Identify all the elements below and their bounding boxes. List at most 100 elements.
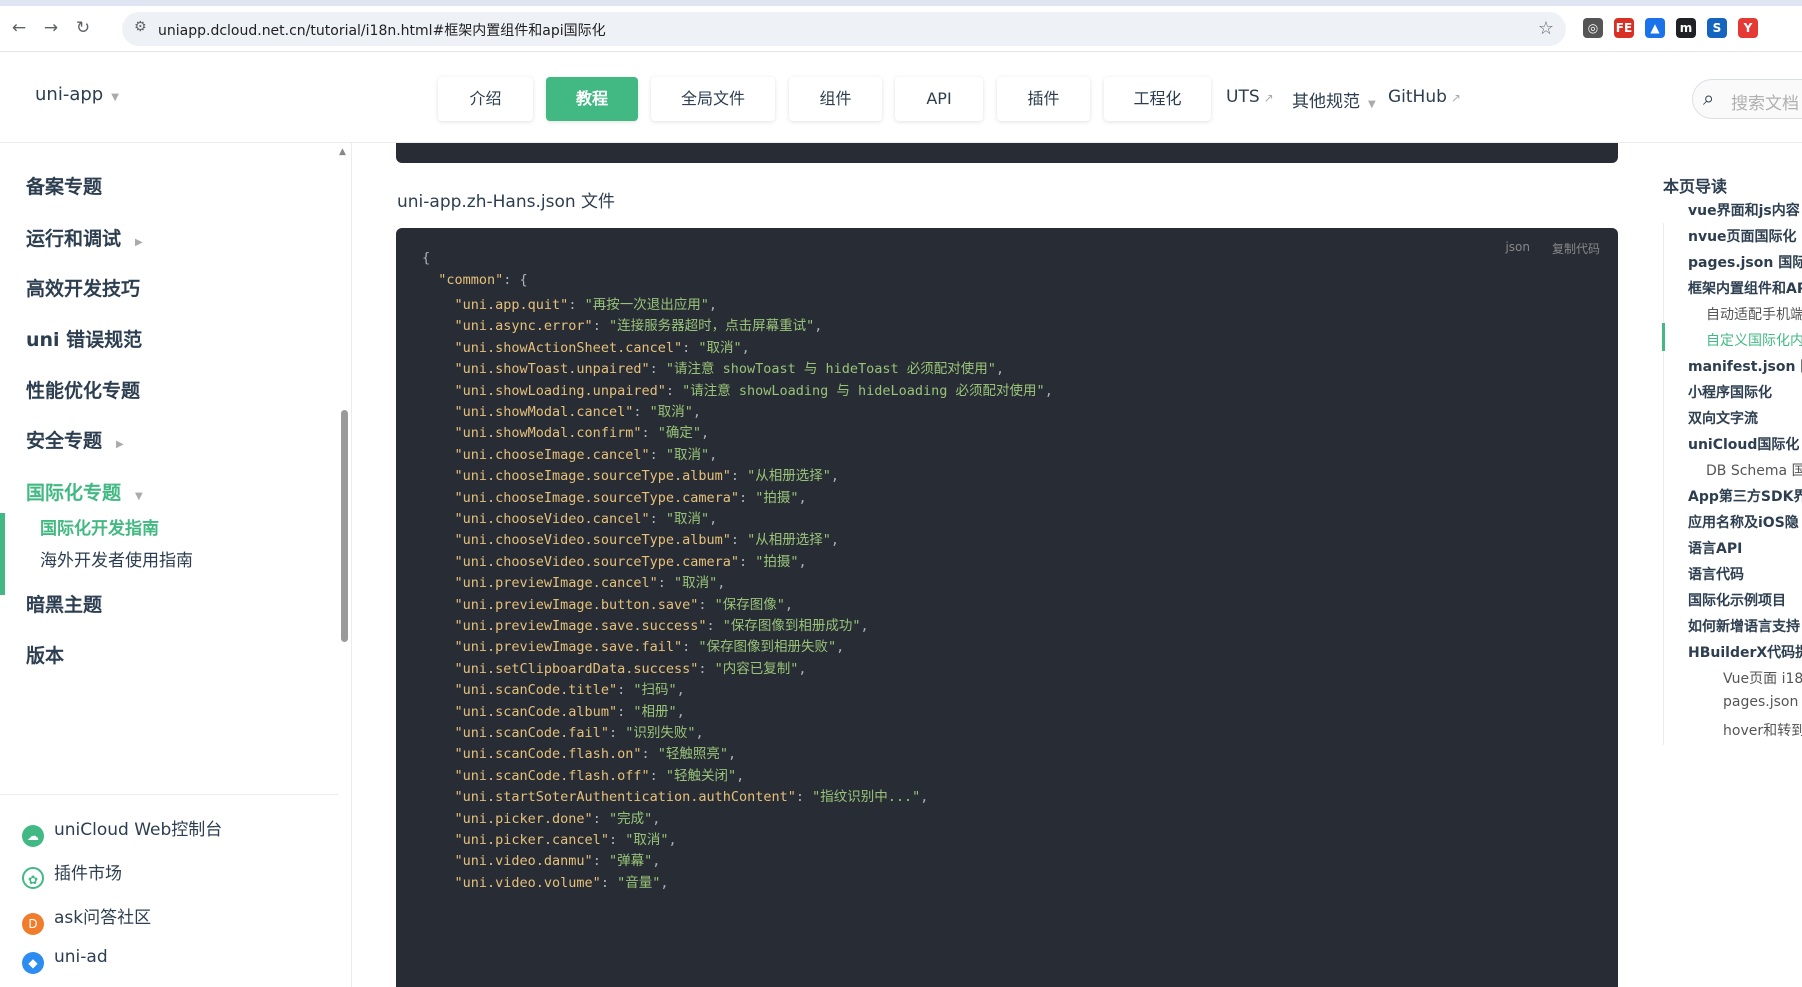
sidebar-item-run-debug[interactable]: 运行和调试 ▶ [26, 224, 143, 251]
sidebar-item-dark-theme[interactable]: 暗黑主题 [26, 590, 102, 617]
code-line: "uni.chooseImage.sourceType.camera": "拍摄… [454, 489, 807, 506]
brand-menu[interactable]: uni-app ▼ [35, 84, 119, 105]
sidebar-item-filing[interactable]: 备案专题 [26, 172, 102, 199]
code-key: "uni.showActionSheet.cancel" [454, 339, 683, 356]
circle-icon[interactable]: ◎ [1583, 18, 1603, 38]
chevron-down-icon: ▼ [111, 92, 119, 103]
search-icon: ⌕ [1703, 86, 1715, 110]
code-language-label: json [1505, 240, 1530, 254]
fe-icon[interactable]: FE [1614, 18, 1634, 38]
code-value: "识别失败" [625, 725, 696, 741]
nav-link-github[interactable]: GitHub ↗ [1388, 87, 1461, 107]
sidebar-item-version[interactable]: 版本 [26, 641, 64, 668]
code-value: "扫码" [633, 682, 677, 699]
scroll-up-icon[interactable]: ▲ [339, 147, 346, 157]
search-input[interactable]: ⌕ 搜索文档 [1692, 79, 1802, 119]
code-line: "uni.showActionSheet.cancel": "取消", [454, 339, 750, 356]
scrollbar-thumb[interactable] [341, 410, 348, 642]
code-line: "uni.previewImage.cancel": "取消", [454, 575, 726, 592]
code-key: "uni.showToast.unpaired" [454, 361, 650, 378]
url-text[interactable]: uniapp.dcloud.net.cn/tutorial/i18n.html#… [158, 20, 606, 40]
code-line: "uni.showLoading.unpaired": "请注意 showLoa… [454, 382, 1053, 399]
toc-item[interactable]: nvue页面国际化 [1688, 226, 1797, 246]
toc-item[interactable]: manifest.json 国 [1688, 356, 1802, 376]
toc-item[interactable]: 国际化示例项目 [1688, 590, 1786, 610]
nav-button-intro[interactable]: 介绍 [438, 77, 533, 121]
toc-item[interactable]: hover和转到 [1723, 720, 1802, 740]
back-icon[interactable]: ← [8, 17, 30, 39]
toc-item[interactable]: 自定义国际化内容 [1706, 330, 1802, 350]
code-value: "从相册选择" [747, 468, 831, 485]
toc-item[interactable]: 自动适配手机端 [1706, 304, 1802, 324]
toc-item[interactable]: 框架内置组件和API [1688, 278, 1802, 298]
brand-label: uni-app [35, 84, 104, 105]
toc-item[interactable]: DB Schema 国 [1706, 460, 1802, 480]
sidebar-item-dev-tips[interactable]: 高效开发技巧 [26, 274, 140, 301]
sidebar-link-plugin-market[interactable]: ✿ 插件市场 [22, 859, 122, 889]
nav-link-uts[interactable]: UTS ↗ [1226, 87, 1274, 107]
toc-item[interactable]: 应用名称及iOS隐 [1688, 512, 1799, 532]
toc-item[interactable]: 语言代码 [1688, 564, 1744, 584]
site-info-icon[interactable]: ⚙ [134, 19, 147, 35]
code-key: "uni.scanCode.flash.on" [454, 746, 642, 763]
sidebar-scrollbar[interactable]: ▲ [336, 143, 351, 987]
code-value: "指纹识别中..." [812, 789, 921, 806]
toc-item[interactable]: pages.json 国际化 [1688, 252, 1802, 272]
code-line: "uni.scanCode.title": "扫码", [454, 682, 685, 699]
code-key: "uni.chooseImage.cancel" [454, 446, 650, 463]
code-value: "连接服务器超时，点击屏幕重试" [608, 318, 815, 335]
nav-button-tutorial[interactable]: 教程 [546, 77, 638, 121]
s-icon[interactable]: S [1707, 18, 1727, 38]
code-line: "uni.scanCode.flash.on": "轻触照亮", [454, 746, 737, 763]
code-line: "uni.scanCode.fail": "识别失败", [454, 725, 704, 741]
toc-item[interactable]: 小程序国际化 [1688, 382, 1772, 402]
sidebar-subitem-overseas-guide[interactable]: 海外开发者使用指南 [40, 546, 193, 571]
sidebar-link-uni-ad[interactable]: ◆ uni-ad [22, 947, 108, 974]
toc-item[interactable]: App第三方SDK界 [1688, 486, 1802, 506]
nav-link-other-specs[interactable]: 其他规范 ▼ [1292, 87, 1376, 112]
y-icon[interactable]: Y [1738, 18, 1758, 38]
sidebar-item-i18n[interactable]: 国际化专题 ▼ [26, 478, 143, 505]
reload-icon[interactable]: ↻ [72, 17, 94, 39]
sidebar-item-label: 安全专题 [26, 430, 103, 452]
code-line: "uni.chooseVideo.cancel": "取消", [454, 511, 718, 527]
forward-icon[interactable]: → [40, 17, 62, 39]
code-line: { [422, 250, 430, 266]
toc-item[interactable]: HBuilderX代码提 [1688, 642, 1802, 662]
toc-title: 本页导读 [1663, 177, 1728, 196]
sidebar-subitem-i18n-guide[interactable]: 国际化开发指南 [40, 514, 159, 539]
nav-button-components[interactable]: 组件 [789, 77, 882, 121]
sidebar-item-performance[interactable]: 性能优化专题 [26, 376, 140, 403]
address-bar[interactable]: ⚙ uniapp.dcloud.net.cn/tutorial/i18n.htm… [122, 12, 1566, 46]
nav-button-global-files[interactable]: 全局文件 [651, 77, 775, 121]
sidebar-active-indicator [0, 513, 5, 595]
triangle-icon[interactable]: ▲ [1645, 18, 1665, 38]
toc-item[interactable]: pages.json i [1723, 694, 1802, 710]
code-key: "uni.video.volume" [454, 874, 601, 891]
code-line: "uni.picker.cancel": "取消", [454, 832, 677, 848]
sidebar-link-unicloud[interactable]: ☁ uniCloud Web控制台 [22, 815, 222, 847]
toc-item[interactable]: 如何新增语言支持 [1688, 616, 1800, 636]
copy-code-button[interactable]: 复制代码 [1552, 240, 1600, 257]
sidebar-link-ask[interactable]: Dask问答社区 [22, 903, 151, 935]
tab-strip [0, 0, 1802, 6]
ask-icon: D [22, 913, 44, 935]
ad-icon: ◆ [22, 952, 44, 974]
sidebar-item-error-spec[interactable]: uni 错误规范 [26, 325, 142, 352]
code-value: "再按一次退出应用" [584, 297, 709, 313]
toc-item[interactable]: 语言API [1688, 538, 1742, 558]
nav-button-plugins[interactable]: 插件 [997, 77, 1090, 121]
toc-item[interactable]: vue界面和js内容 [1688, 200, 1800, 220]
nav-button-engineering[interactable]: 工程化 [1104, 77, 1211, 121]
nav-link-label: 其他规范 [1292, 92, 1360, 112]
m-icon[interactable]: m [1676, 18, 1696, 38]
bookmark-star-icon[interactable]: ☆ [1538, 18, 1554, 39]
code-value: "轻触关闭" [665, 767, 737, 784]
toc-item[interactable]: 双向文字流 [1688, 408, 1758, 428]
sidebar-item-security[interactable]: 安全专题 ▶ [26, 426, 124, 453]
toc-item[interactable]: Vue页面 i18 [1723, 668, 1802, 688]
toc-item[interactable]: uniCloud国际化 [1688, 434, 1799, 454]
nav-button-api[interactable]: API [895, 77, 983, 121]
code-key: "uni.scanCode.fail" [454, 725, 609, 741]
code-line: "uni.showModal.confirm": "确定", [454, 425, 710, 442]
